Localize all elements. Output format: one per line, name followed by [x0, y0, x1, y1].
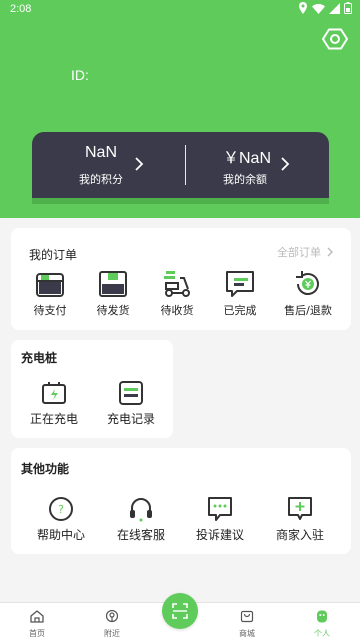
- balance-entry[interactable]: ￥NaN 我的余额: [181, 132, 329, 198]
- help-center-label: 帮助中心: [36, 528, 85, 542]
- status-icons: [298, 2, 352, 14]
- order-pending-receipt[interactable]: 待收货: [145, 270, 209, 318]
- order-pending-receipt-label: 待收货: [160, 304, 194, 317]
- merchant-join[interactable]: 商家入驻: [268, 496, 332, 543]
- balance-value: ￥NaN: [223, 150, 272, 167]
- wallet-card: NaN 我的积分 ￥NaN 我的余额: [32, 132, 329, 198]
- complaint-suggestion[interactable]: 投诉建议: [188, 496, 252, 543]
- online-service-label: 在线客服: [116, 528, 165, 542]
- person-icon: [317, 610, 327, 623]
- scan-button[interactable]: [162, 593, 198, 629]
- all-orders-link[interactable]: 全部订单: [277, 244, 333, 260]
- tab-profile-label: 个人: [314, 629, 330, 638]
- tab-nearby-label: 附近: [104, 629, 120, 638]
- other-functions-title: 其他功能: [21, 462, 70, 476]
- order-completed-label: 已完成: [223, 304, 257, 317]
- wifi-icon: [312, 3, 325, 14]
- profile-header: 2:08 ID: NaN 我的积分 ￥NaN 我的余额: [0, 0, 360, 218]
- location-status-icon: [299, 2, 307, 14]
- battery-icon: [344, 2, 352, 14]
- tab-home-label: 首页: [29, 629, 45, 638]
- record-list-icon: [119, 381, 143, 405]
- status-bar: 2:08: [0, 0, 360, 20]
- chat-bubble-icon: [208, 497, 232, 521]
- delivery-scooter-icon: [164, 271, 190, 297]
- tab-mall-label: 商城: [239, 629, 255, 638]
- merchant-join-label: 商家入驻: [275, 528, 324, 542]
- order-pending-shipment[interactable]: 待发货: [81, 270, 145, 318]
- points-entry[interactable]: NaN 我的积分: [32, 132, 180, 198]
- add-merchant-icon: [288, 497, 312, 520]
- help-center[interactable]: ? 帮助中心: [29, 496, 93, 543]
- charging-in-progress[interactable]: 正在充电: [22, 380, 86, 427]
- headset-icon: [130, 498, 152, 522]
- order-completed[interactable]: 已完成: [208, 270, 272, 318]
- points-label: 我的积分: [79, 173, 123, 186]
- tab-home[interactable]: 首页: [12, 608, 62, 639]
- charging-in-progress-label: 正在充电: [29, 412, 78, 426]
- order-after-sale-label: 售后/退款: [284, 304, 332, 317]
- svg-text:?: ?: [58, 503, 64, 516]
- tab-mall[interactable]: 商城: [222, 608, 272, 639]
- order-pending-payment-label: 待支付: [33, 304, 67, 317]
- orders-card: 我的订单 全部订单 待支付 待发货 待收货 已完成 售后/退款: [11, 228, 351, 330]
- location-icon: [105, 609, 119, 623]
- tab-nearby[interactable]: 附近: [87, 608, 137, 639]
- balance-label: 我的余额: [223, 173, 267, 186]
- scan-icon: [172, 603, 188, 619]
- chevron-right-icon: [281, 157, 290, 171]
- settings-hexagon-icon[interactable]: [322, 26, 348, 52]
- charging-icon: [42, 382, 66, 404]
- order-pending-payment[interactable]: 待支付: [18, 270, 82, 318]
- complaint-suggestion-label: 投诉建议: [195, 528, 244, 542]
- other-functions-card: 其他功能 ? 帮助中心 在线客服 投诉建议 商家入驻: [11, 448, 351, 554]
- charging-title: 充电桩: [21, 351, 58, 365]
- home-icon: [30, 610, 44, 623]
- chevron-right-icon: [135, 157, 144, 171]
- user-id-label: ID:: [71, 67, 89, 83]
- order-after-sale[interactable]: 售后/退款: [276, 270, 340, 318]
- online-service[interactable]: 在线客服: [109, 496, 173, 543]
- tab-profile[interactable]: 个人: [297, 608, 347, 639]
- signal-icon: [329, 2, 340, 14]
- charging-card: 充电桩 正在充电 充电记录: [11, 340, 173, 438]
- order-pending-shipment-label: 待发货: [96, 304, 130, 317]
- chevron-right-icon: [327, 247, 333, 257]
- help-icon: ?: [49, 497, 73, 521]
- message-list-icon: [226, 271, 254, 297]
- orders-title: 我的订单: [29, 248, 78, 262]
- status-time: 2:08: [10, 3, 32, 15]
- all-orders-label: 全部订单: [277, 246, 321, 259]
- refund-icon: [296, 271, 319, 295]
- box-icon: [99, 271, 127, 297]
- charging-records-label: 充电记录: [106, 412, 155, 426]
- shop-bag-icon: [240, 610, 254, 623]
- charging-records[interactable]: 充电记录: [99, 380, 163, 427]
- wallet-icon: [36, 273, 64, 297]
